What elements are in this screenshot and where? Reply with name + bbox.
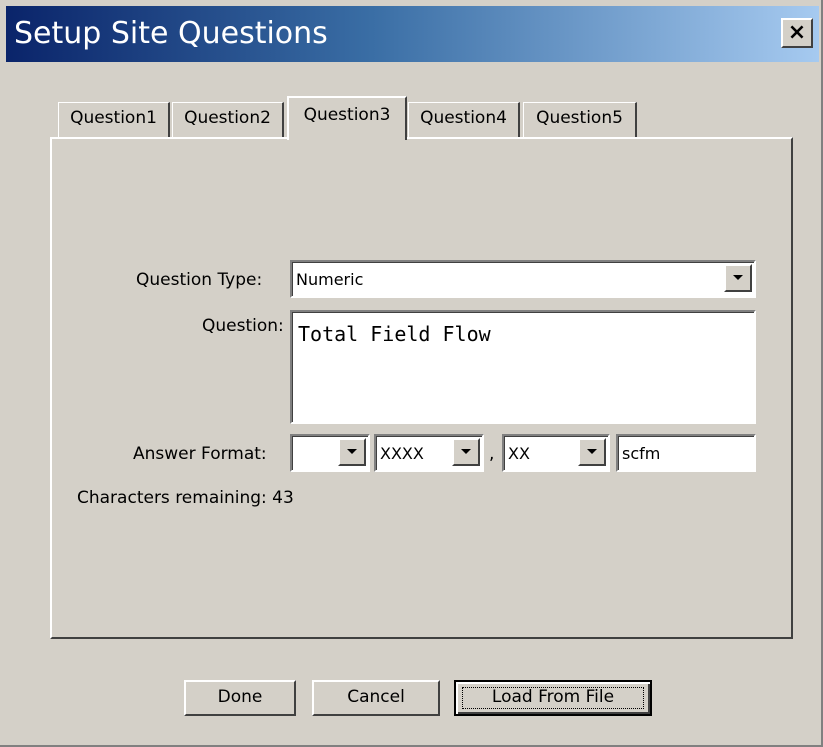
answer-decimal-digits-select[interactable]: XX bbox=[502, 434, 610, 472]
question-text: Total Field Flow bbox=[298, 322, 491, 346]
chevron-down-icon[interactable] bbox=[338, 438, 366, 466]
title-bar[interactable]: Setup Site Questions × bbox=[6, 6, 819, 62]
cancel-button-label: Cancel bbox=[347, 687, 405, 707]
tab-label: Question4 bbox=[420, 108, 507, 128]
done-button-label: Done bbox=[217, 687, 263, 707]
question-textarea[interactable]: Total Field Flow bbox=[290, 310, 756, 424]
tab-label: Question3 bbox=[303, 105, 391, 125]
window-title: Setup Site Questions bbox=[14, 16, 328, 51]
answer-units-value: scfm bbox=[622, 444, 661, 463]
chevron-down-icon[interactable] bbox=[452, 438, 480, 466]
focus-ring bbox=[462, 687, 644, 709]
tab-question3[interactable]: Question3 bbox=[287, 96, 407, 140]
question-type-select[interactable]: Numeric bbox=[290, 260, 756, 298]
tab-label: Question2 bbox=[184, 108, 271, 128]
cancel-button[interactable]: Cancel bbox=[312, 680, 440, 716]
answer-decimal-digits-value: XX bbox=[508, 444, 530, 463]
tab-question2[interactable]: Question2 bbox=[172, 102, 284, 138]
tab-question5[interactable]: Question5 bbox=[523, 102, 637, 138]
tab-label: Question1 bbox=[70, 108, 157, 128]
chevron-down-icon[interactable] bbox=[578, 438, 606, 466]
answer-integer-digits-select[interactable]: XXXX bbox=[374, 434, 484, 472]
close-icon: × bbox=[787, 20, 807, 45]
answer-units-input[interactable]: scfm bbox=[616, 434, 756, 472]
tab-question1[interactable]: Question1 bbox=[58, 102, 170, 138]
answer-prefix-select[interactable] bbox=[290, 434, 370, 472]
done-button[interactable]: Done bbox=[184, 680, 296, 716]
tab-question4[interactable]: Question4 bbox=[408, 102, 520, 138]
chevron-down-icon[interactable] bbox=[724, 264, 752, 292]
answer-integer-digits-value: XXXX bbox=[380, 444, 424, 463]
question-type-value: Numeric bbox=[296, 270, 364, 289]
tab-label: Question5 bbox=[536, 108, 623, 128]
close-button[interactable]: × bbox=[781, 18, 813, 48]
setup-site-questions-dialog: Setup Site Questions × Question1 Questio… bbox=[0, 0, 823, 747]
load-from-file-button[interactable]: Load From File bbox=[454, 680, 652, 716]
